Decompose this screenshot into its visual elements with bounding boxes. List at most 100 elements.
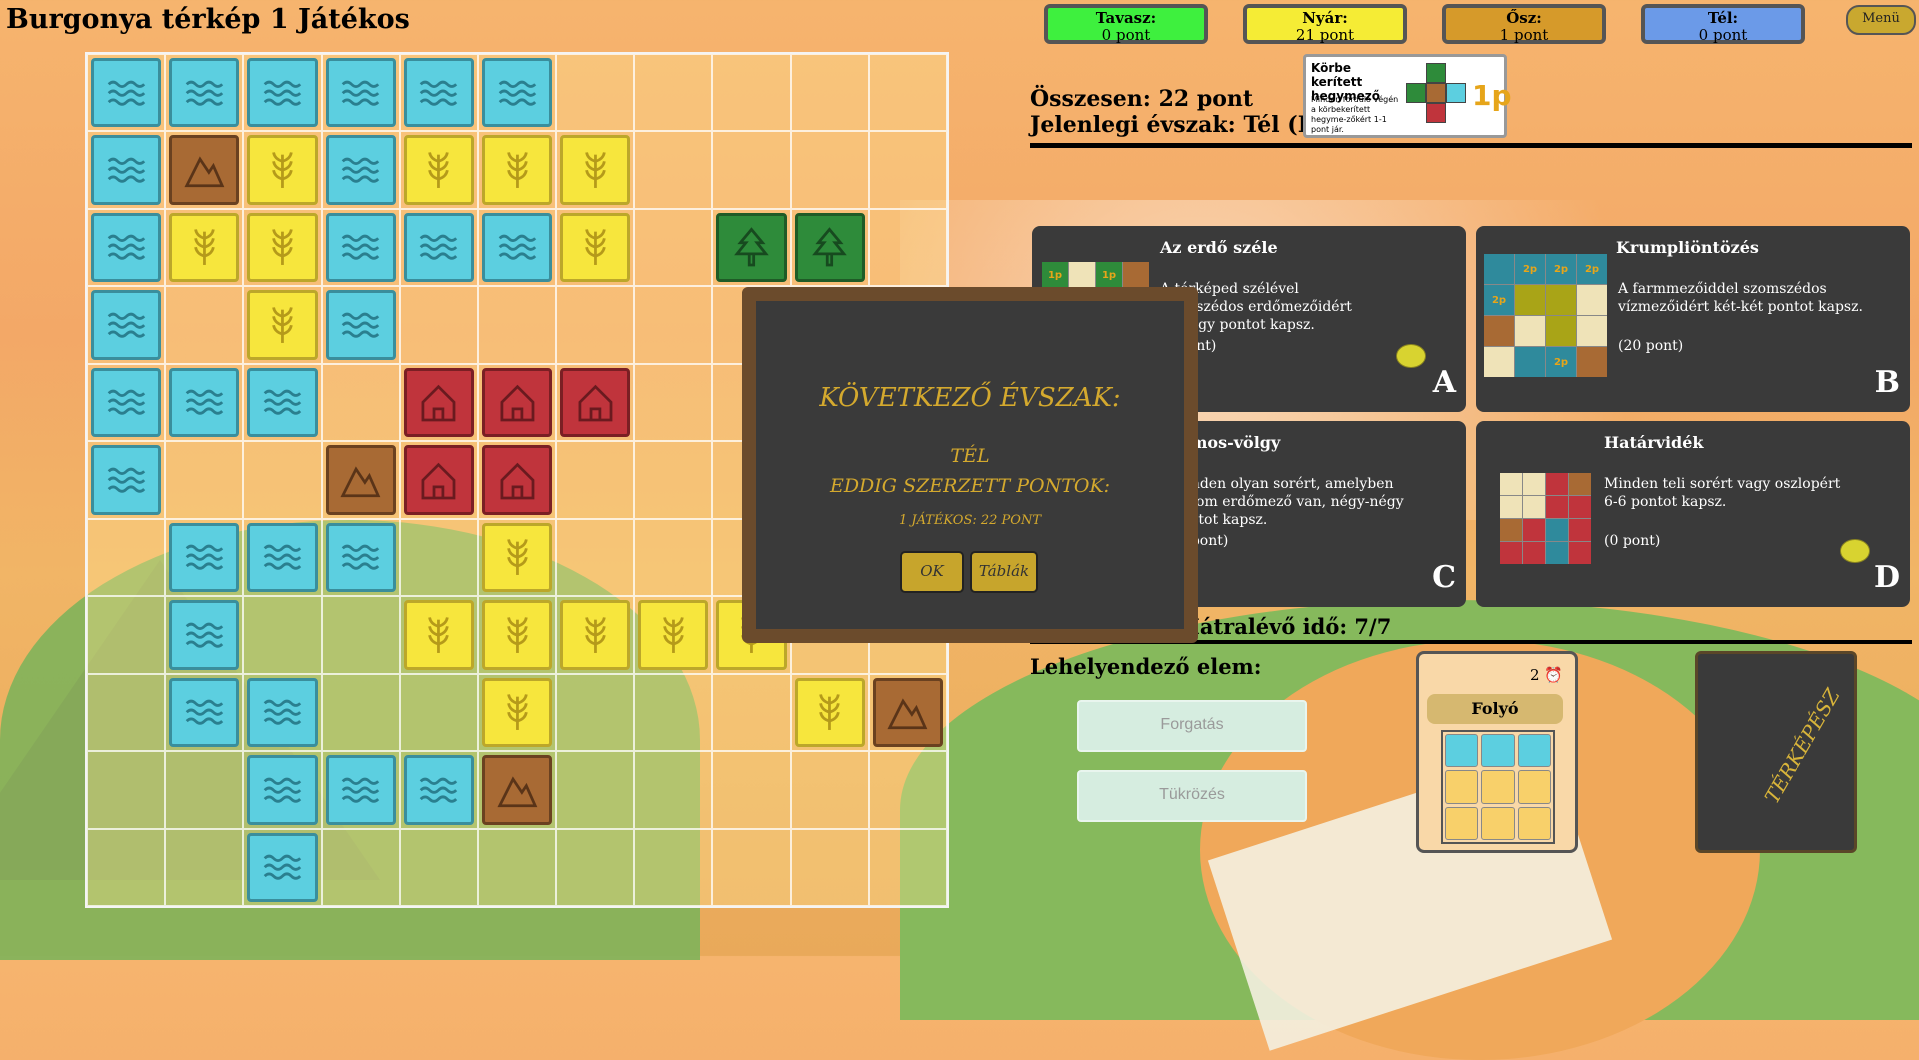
board-cell[interactable] (868, 208, 947, 287)
menu-button[interactable]: Menü (1846, 5, 1916, 35)
board-cell[interactable] (243, 131, 322, 209)
board-cell[interactable] (399, 828, 478, 906)
board-cell[interactable] (556, 751, 635, 829)
board-cell[interactable] (477, 208, 557, 287)
board-cell[interactable] (712, 131, 791, 209)
board-cell[interactable] (165, 286, 244, 364)
board-cell[interactable] (165, 673, 244, 752)
board-cell[interactable] (399, 208, 478, 287)
board-cell[interactable] (321, 441, 400, 519)
piece-shape[interactable] (1441, 730, 1555, 844)
board-cell[interactable] (87, 131, 166, 209)
board-cell[interactable] (868, 131, 947, 209)
board-cell[interactable] (321, 828, 400, 906)
board-cell[interactable] (477, 596, 557, 674)
board-cell[interactable] (243, 596, 322, 674)
board-cell[interactable] (634, 286, 713, 364)
board-cell[interactable] (556, 518, 635, 597)
board-cell[interactable] (556, 208, 635, 287)
board-cell[interactable] (87, 363, 166, 442)
mirror-button[interactable]: Tükrözés (1077, 770, 1307, 822)
board-cell[interactable] (87, 441, 166, 519)
board-cell[interactable] (399, 596, 478, 674)
board-cell[interactable] (477, 286, 557, 364)
board-cell[interactable] (165, 828, 244, 906)
board-cell[interactable] (399, 286, 478, 364)
board-cell[interactable] (477, 751, 557, 829)
board-cell[interactable] (87, 828, 166, 906)
rotate-button[interactable]: Forgatás (1077, 700, 1307, 752)
board-cell[interactable] (634, 54, 713, 132)
board-cell[interactable] (868, 673, 947, 752)
board-cell[interactable] (87, 673, 166, 752)
board-cell[interactable] (399, 131, 478, 209)
board-cell[interactable] (556, 673, 635, 752)
board-cell[interactable] (634, 131, 713, 209)
board-cell[interactable] (165, 596, 244, 674)
board-cell[interactable] (243, 286, 322, 364)
board-cell[interactable] (712, 751, 791, 829)
board-cell[interactable] (321, 596, 400, 674)
board-cell[interactable] (868, 54, 947, 132)
board-cell[interactable] (634, 828, 713, 906)
board-cell[interactable] (790, 54, 869, 132)
board-cell[interactable] (477, 54, 557, 132)
mission-card-d[interactable]: Határvidék Minden teli sorért vagy oszlo… (1476, 421, 1910, 607)
board-cell[interactable] (87, 751, 166, 829)
board-cell[interactable] (634, 596, 713, 674)
board-cell[interactable] (477, 131, 557, 209)
board-cell[interactable] (790, 673, 869, 752)
board-cell[interactable] (634, 518, 713, 597)
board-cell[interactable] (790, 208, 869, 287)
board-cell[interactable] (634, 673, 713, 752)
board-cell[interactable] (165, 54, 244, 132)
board-cell[interactable] (556, 596, 635, 674)
board-cell[interactable] (321, 518, 400, 597)
board-cell[interactable] (165, 131, 244, 209)
board-cell[interactable] (634, 751, 713, 829)
board-cell[interactable] (634, 208, 713, 287)
board-cell[interactable] (87, 518, 166, 597)
board-cell[interactable] (868, 751, 947, 829)
board-cell[interactable] (790, 751, 869, 829)
board-cell[interactable] (399, 441, 478, 519)
board-cell[interactable] (87, 596, 166, 674)
board-cell[interactable] (321, 286, 400, 364)
board-cell[interactable] (399, 54, 478, 132)
board-cell[interactable] (243, 54, 322, 132)
board-cell[interactable] (712, 208, 791, 287)
board-cell[interactable] (243, 363, 322, 442)
board-cell[interactable] (243, 441, 322, 519)
board-cell[interactable] (243, 828, 322, 906)
board-cell[interactable] (556, 54, 635, 132)
board-cell[interactable] (712, 54, 791, 132)
board-cell[interactable] (165, 518, 244, 597)
board-cell[interactable] (477, 518, 557, 597)
board-cell[interactable] (868, 828, 947, 906)
mission-card-b[interactable]: 2p 2p 2p 2p 2p Krumpliöntözés A farmmezőid… (1476, 226, 1910, 412)
board-cell[interactable] (165, 751, 244, 829)
board-cell[interactable] (321, 363, 400, 442)
board-cell[interactable] (556, 131, 635, 209)
ok-button[interactable]: OK (900, 551, 964, 593)
board-cell[interactable] (321, 751, 400, 829)
explorer-deck[interactable]: TÉRKÉPÉSZ (1695, 651, 1857, 853)
board-cell[interactable] (477, 673, 557, 752)
board-cell[interactable] (556, 363, 635, 442)
board-cell[interactable] (165, 441, 244, 519)
board-cell[interactable] (243, 751, 322, 829)
board-cell[interactable] (87, 286, 166, 364)
board-cell[interactable] (399, 518, 478, 597)
board-cell[interactable] (556, 286, 635, 364)
board-cell[interactable] (321, 208, 400, 287)
board-cell[interactable] (321, 54, 400, 132)
board-cell[interactable] (165, 208, 244, 287)
board-cell[interactable] (243, 208, 322, 287)
tables-button[interactable]: Táblák (970, 551, 1038, 593)
board-cell[interactable] (243, 518, 322, 597)
board-cell[interactable] (399, 751, 478, 829)
board-cell[interactable] (477, 828, 557, 906)
board-cell[interactable] (477, 363, 557, 442)
board-cell[interactable] (790, 131, 869, 209)
board-cell[interactable] (634, 363, 713, 442)
